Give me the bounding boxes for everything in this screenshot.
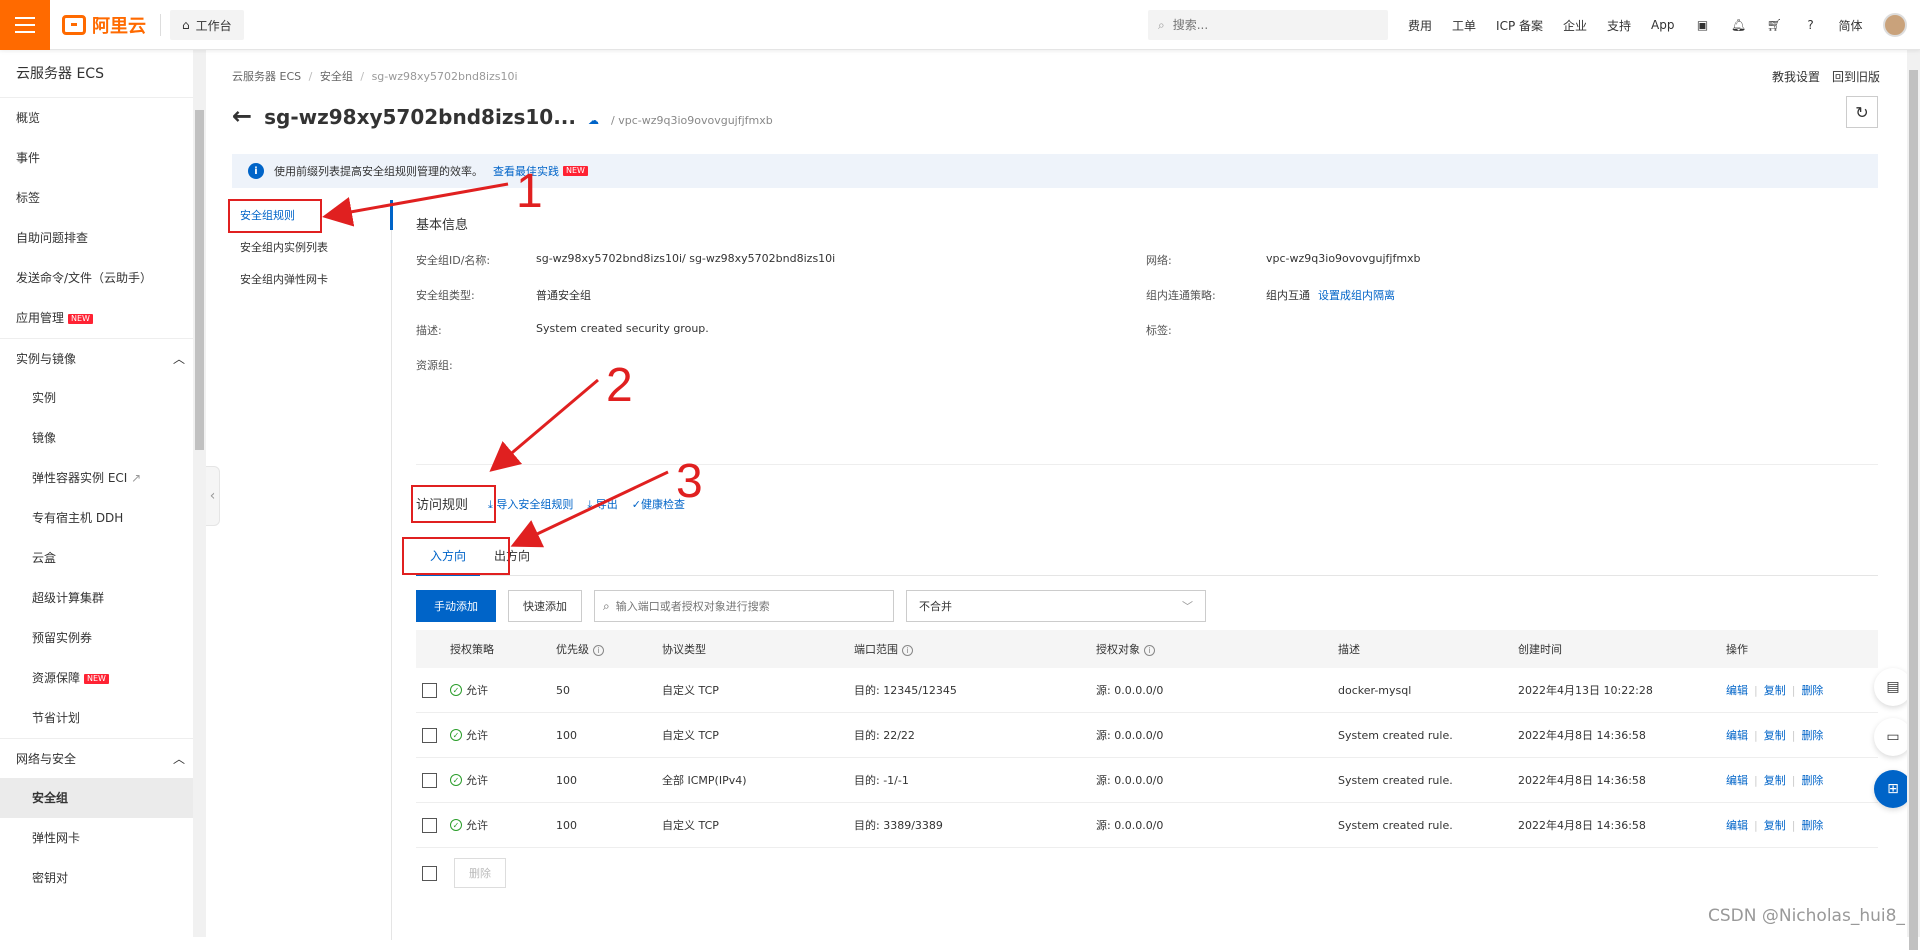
global-search[interactable]: ⌕	[1148, 10, 1388, 40]
nav-enterprise[interactable]: 企业	[1563, 17, 1587, 34]
nav-tickets[interactable]: 工单	[1452, 17, 1476, 34]
nav-support[interactable]: 支持	[1607, 17, 1631, 34]
book-icon: ▤	[1886, 679, 1900, 695]
chat-icon: ▭	[1886, 729, 1900, 745]
language-switch[interactable]: 简体	[1839, 17, 1863, 34]
search-input[interactable]	[1172, 18, 1353, 32]
page-scrollbar[interactable]	[1907, 50, 1920, 950]
workbench-label: 工作台	[195, 18, 232, 33]
menu-icon[interactable]	[0, 0, 50, 50]
arrow-2	[489, 378, 599, 472]
logo-mark-icon	[62, 15, 86, 35]
arrow-1	[322, 182, 509, 227]
logo-text: 阿里云	[92, 16, 146, 37]
nav-app[interactable]: App	[1651, 18, 1674, 32]
scrollbar-thumb[interactable]	[1909, 70, 1918, 950]
apps-icon: ⊞	[1887, 781, 1899, 797]
divider	[160, 14, 161, 36]
top-bar: 阿里云 ⌂ 工作台 ⌕ 费用 工单 ICP 备案 企业 支持 App ▣ 🔔︎ 🛒…	[0, 0, 1920, 50]
bell-icon[interactable]: 🔔︎	[1731, 17, 1747, 33]
workbench-button[interactable]: ⌂ 工作台	[170, 10, 244, 40]
annotation-arrows	[322, 182, 669, 548]
avatar[interactable]	[1883, 13, 1907, 37]
terminal-icon[interactable]: ▣	[1695, 17, 1711, 33]
aliyun-logo[interactable]: 阿里云	[62, 12, 146, 38]
home-icon: ⌂	[182, 18, 190, 32]
arrow-3	[510, 470, 669, 548]
help-icon[interactable]: ?	[1803, 17, 1819, 33]
cart-icon[interactable]: 🛒︎	[1767, 17, 1783, 33]
watermark: CSDN @Nicholas_hui8_	[1708, 906, 1905, 926]
top-nav: 费用 工单 ICP 备案 企业 支持 App ▣ 🔔︎ 🛒︎ ? 简体	[1408, 0, 1863, 50]
nav-icp[interactable]: ICP 备案	[1496, 17, 1543, 34]
nav-fees[interactable]: 费用	[1408, 17, 1432, 34]
search-icon: ⌕	[1158, 17, 1165, 32]
